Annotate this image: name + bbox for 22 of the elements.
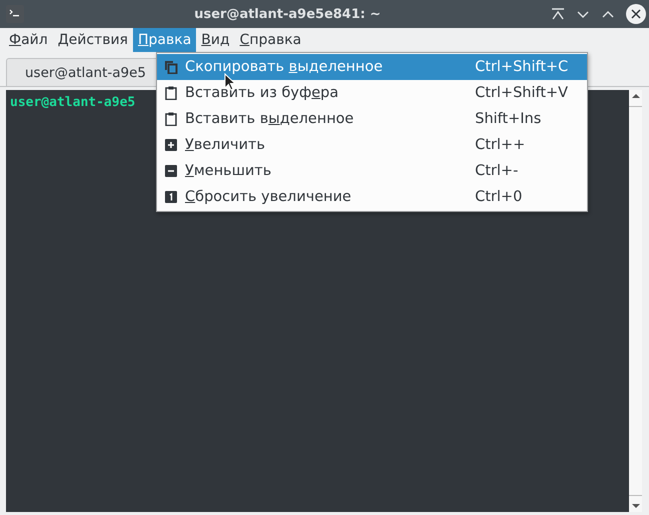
menu-entry[interactable]: Увеличить Ctrl++ <box>157 132 587 158</box>
menu-entry[interactable]: Скопировать выделенное Ctrl+Shift+C <box>157 54 587 80</box>
scrollbar[interactable] <box>629 90 642 512</box>
menu-entry[interactable]: Вставить выделенное Shift+Ins <box>157 106 587 132</box>
clipboard-icon <box>165 86 177 100</box>
keep-above-icon[interactable] <box>551 7 565 21</box>
menu-item[interactable]: Вид <box>196 28 235 52</box>
menu-item[interactable]: Справка <box>234 28 306 52</box>
menu-item[interactable]: Правка <box>132 28 196 52</box>
menu-entry[interactable]: Уменьшить Ctrl+- <box>157 158 587 184</box>
copy-icon <box>164 60 178 74</box>
zoom-in-icon <box>165 139 177 151</box>
menu-item[interactable]: Действия <box>52 28 133 52</box>
terminal-prompt: user@atlant-a9e5 <box>10 95 136 110</box>
terminal-icon[interactable] <box>6 5 24 23</box>
menu-entry[interactable]: Сбросить увеличение Ctrl+0 <box>157 184 587 210</box>
clipboard-icon <box>165 112 177 126</box>
window-title: user@atlant-a9e5e841: ~ <box>193 6 382 22</box>
zoom-out-icon <box>165 165 177 177</box>
menu-item[interactable]: Файл <box>4 28 53 52</box>
zoom-reset-icon <box>165 191 177 203</box>
close-icon[interactable] <box>626 4 646 24</box>
